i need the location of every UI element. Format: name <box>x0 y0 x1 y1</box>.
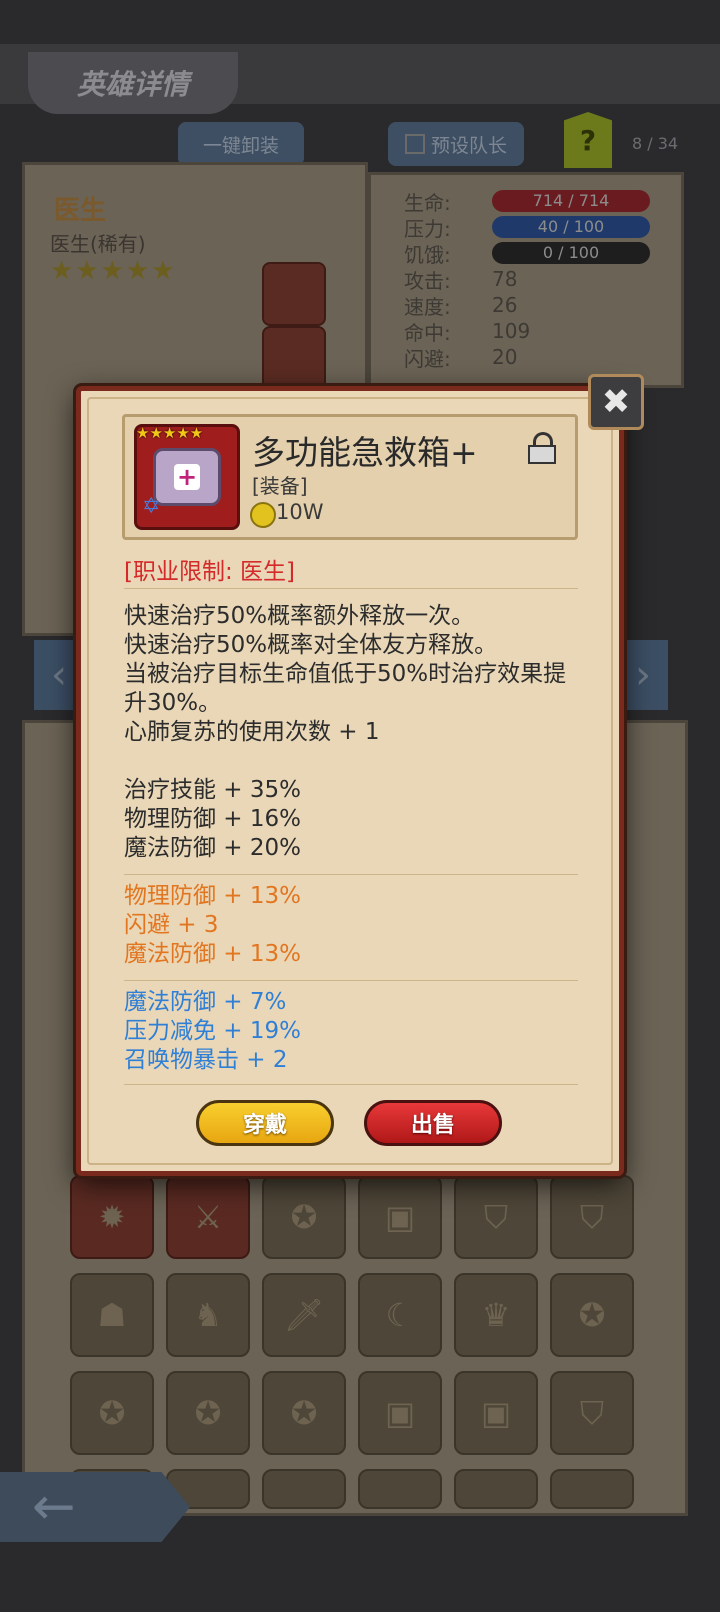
help-button[interactable]: ? <box>564 112 612 168</box>
item-stars: ★★★★★ <box>136 424 204 442</box>
item-type: [装备] <box>252 474 308 498</box>
shield-icon: ⛉ <box>579 1197 604 1236</box>
equip-slot-2[interactable] <box>262 326 326 390</box>
stat-row: 命中: 109 <box>404 319 531 345</box>
inventory-slot[interactable] <box>550 1469 634 1509</box>
hero-count: 8 / 34 <box>632 134 679 153</box>
hero-class: 医生(稀有) <box>50 232 146 256</box>
stats-list: 生命: 714 / 714 压力: 40 / 100 饥饿: 0 / 100 攻… <box>380 188 680 371</box>
amulet-icon: ✪ <box>290 1394 318 1432</box>
preset-leader-button[interactable]: 预设队长 <box>388 122 524 166</box>
hood-icon: ☗ <box>97 1296 127 1334</box>
inventory-slot[interactable]: ▣ <box>454 1371 538 1455</box>
inventory-slot[interactable]: ♛ <box>454 1273 538 1357</box>
staff-icon: ☾ <box>385 1296 415 1334</box>
close-button[interactable]: ✖ <box>588 374 644 430</box>
stat-line: 召唤物暴击 + 2 <box>124 1047 288 1073</box>
inventory-slot[interactable]: ✪ <box>166 1371 250 1455</box>
chest-icon: ▣ <box>384 1198 416 1236</box>
amulet-icon: ✪ <box>194 1394 222 1432</box>
divider <box>124 874 578 875</box>
armor-icon: ♛ <box>481 1296 511 1334</box>
amulet-icon: ✪ <box>290 1198 318 1236</box>
fire-orb-icon: ✹ <box>98 1198 126 1236</box>
inventory-slot[interactable]: ☾ <box>358 1273 442 1357</box>
shield-icon: ⛉ <box>579 1393 604 1432</box>
effect-line: 心肺复苏的使用次数 + 1 <box>124 719 380 745</box>
divider <box>124 980 578 981</box>
hero-name: 医生 <box>54 196 107 226</box>
weapon-icon: ⚔ <box>193 1198 223 1236</box>
chest-icon: ▣ <box>480 1394 512 1432</box>
stat-line: 压力减免 + 19% <box>124 1018 302 1044</box>
class-restriction: [职业限制: 医生] <box>124 559 296 585</box>
chest-icon: ▣ <box>384 1394 416 1432</box>
effect-line: 快速治疗50%概率额外释放一次。 <box>124 603 475 629</box>
divider <box>124 588 578 589</box>
amulet-icon: ✪ <box>98 1394 126 1432</box>
inventory-slot[interactable]: ⛉ <box>550 1371 634 1455</box>
inventory-slot[interactable]: ⚔ <box>166 1175 250 1259</box>
sword-icon: 🗡 <box>283 1296 325 1334</box>
stat-line: 魔法防御 + 7% <box>124 989 287 1015</box>
item-price: 10W <box>276 500 324 524</box>
effect-line: 当被治疗目标生命值低于50%时治疗效果提升30%。 <box>124 661 567 716</box>
back-button[interactable]: ← <box>0 1472 190 1542</box>
effects-list: 快速治疗50%概率额外释放一次。 快速治疗50%概率对全体友方释放。 当被治疗目… <box>124 602 586 747</box>
stat-row: 压力: 40 / 100 <box>380 214 680 241</box>
checkbox-icon <box>404 134 425 154</box>
inventory-slot[interactable]: ✪ <box>262 1175 346 1259</box>
inventory-slot[interactable] <box>454 1469 538 1509</box>
stat-line: 物理防御 + 13% <box>124 883 302 909</box>
inventory-slot[interactable]: 🗡 <box>262 1273 346 1357</box>
stat-line: 物理防御 + 16% <box>124 806 302 832</box>
shield-icon: ⛉ <box>483 1197 508 1236</box>
inventory-slot[interactable]: ☗ <box>70 1273 154 1357</box>
stat-line: 魔法防御 + 20% <box>124 835 302 861</box>
inventory-slot[interactable]: ⛉ <box>550 1175 634 1259</box>
effect-line: 快速治疗50%概率对全体友方释放。 <box>124 632 498 658</box>
orange-stats-list: 物理防御 + 13% 闪避 + 3 魔法防御 + 13% <box>124 882 586 969</box>
stat-row: 攻击: 78 <box>404 267 518 293</box>
amulet-icon: ✪ <box>578 1296 606 1334</box>
inventory-slot[interactable]: ▣ <box>358 1371 442 1455</box>
equip-slot-1[interactable] <box>262 262 326 326</box>
screen-title: 英雄详情 <box>28 52 238 114</box>
inventory-slot[interactable]: ♞ <box>166 1273 250 1357</box>
stat-line: 治疗技能 + 35% <box>124 777 302 803</box>
coin-icon <box>250 502 276 528</box>
inventory-grid: ✹ ⚔ ✪ ▣ ⛉ ⛉ ☗ ♞ 🗡 ☾ ♛ ✪ ✪ ✪ ✪ ▣ ▣ ⛉ <box>70 1175 640 1523</box>
inventory-slot[interactable]: ✪ <box>550 1273 634 1357</box>
inventory-slot[interactable]: ⛉ <box>454 1175 538 1259</box>
next-hero-arrow[interactable]: › <box>618 640 668 710</box>
item-name: 多功能急救箱+ <box>252 433 478 472</box>
stat-line: 闪避 + 3 <box>124 912 219 938</box>
inventory-slot[interactable]: ✹ <box>70 1175 154 1259</box>
stat-row: 闪避: 20 <box>404 345 518 371</box>
stat-row: 速度: 26 <box>404 293 518 319</box>
inventory-slot[interactable] <box>358 1469 442 1509</box>
hero-stars: ★★★★★ <box>50 256 177 286</box>
inventory-slot[interactable]: ✪ <box>70 1371 154 1455</box>
base-stats-list: 治疗技能 + 35% 物理防御 + 16% 魔法防御 + 20% <box>124 776 586 863</box>
stat-row: 生命: 714 / 714 <box>380 188 680 215</box>
creature-icon: ♞ <box>193 1296 223 1334</box>
inventory-slot[interactable]: ✪ <box>262 1371 346 1455</box>
stat-line: 魔法防御 + 13% <box>124 941 302 967</box>
back-arrow-icon: ← <box>32 1477 76 1537</box>
preset-leader-label: 预设队长 <box>430 134 507 157</box>
inventory-slot[interactable]: ▣ <box>358 1175 442 1259</box>
unequip-all-button[interactable]: 一键卸装 <box>178 122 304 166</box>
wear-button[interactable]: 穿戴 <box>196 1100 334 1146</box>
star-badge-icon: ✡ <box>142 494 161 519</box>
blue-stats-list: 魔法防御 + 7% 压力减免 + 19% 召唤物暴击 + 2 <box>124 988 586 1075</box>
unlock-icon[interactable] <box>528 432 556 464</box>
inventory-slot[interactable] <box>262 1469 346 1509</box>
divider <box>124 1084 578 1085</box>
stat-row: 饥饿: 0 / 100 <box>380 240 680 267</box>
sell-button[interactable]: 出售 <box>364 1100 502 1146</box>
close-icon: ✖ <box>601 382 631 422</box>
